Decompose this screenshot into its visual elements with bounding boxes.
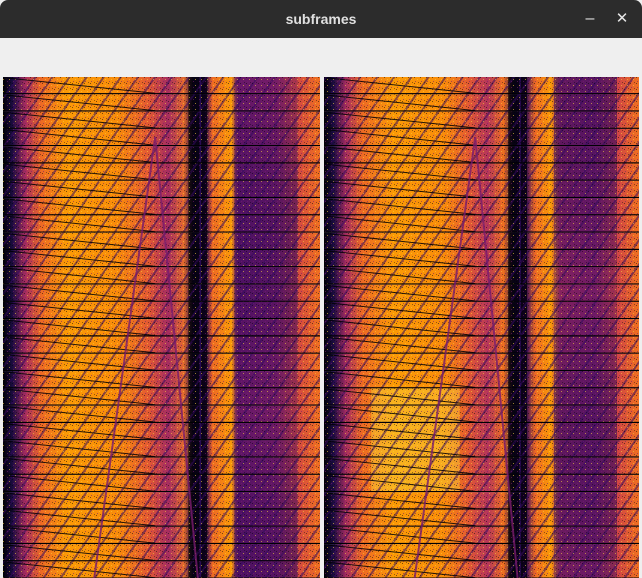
subframe-row [3,111,320,129]
subframe-row [3,371,320,389]
subframe-row [3,301,320,320]
window-title: subframes [285,11,357,27]
subframe-row [3,319,320,337]
subframe-row [3,492,320,510]
subframe-row [324,388,639,406]
subframe-row [324,526,639,545]
subframe-row [3,423,320,441]
subframe-row [324,457,639,475]
subframe-row [3,561,320,578]
subframe-panel [324,77,639,578]
minimize-button[interactable]: – [578,7,602,31]
subframe-row [3,250,320,268]
app-window: subframes – ✕ [0,0,642,578]
subframe-row [324,336,639,354]
subframe-row [3,440,320,458]
subframes-heatmap [3,77,639,578]
subframe-row [3,163,320,181]
subframe-row [324,353,639,372]
subframe-row [3,388,320,406]
subframe-row [324,77,639,95]
subframe-row [324,544,639,562]
title-bar[interactable]: subframes – ✕ [0,0,642,38]
subframe-row [324,509,639,527]
subframe-row [324,250,639,268]
subframe-row [324,301,639,320]
subframe-row [324,371,639,389]
subframe-row [324,474,639,493]
subframe-row [3,232,320,250]
subframe-row [324,232,639,250]
subframe-row [3,474,320,493]
subframe-row [324,492,639,510]
subframe-row [3,267,320,285]
subframe-row [324,111,639,129]
subframe-row [3,526,320,545]
subframe-row [3,405,320,423]
subframe-row [324,319,639,337]
subframe-row [3,336,320,354]
subframe-row [3,94,320,112]
subframe-row [3,353,320,372]
subframe-row [324,405,639,423]
subframes-image [0,77,642,578]
subframe-row [324,284,639,302]
subframe-row [324,215,639,233]
subframe-row [324,146,639,164]
subframe-row [324,94,639,112]
subframe-row [3,215,320,233]
subframe-row [324,267,639,285]
subframe-panel [3,77,320,578]
subframe-row [3,457,320,475]
subframe-row [3,146,320,164]
subframe-row [324,128,639,147]
window-content [0,38,642,578]
subframe-row [324,423,639,441]
subframe-row [3,544,320,562]
subframe-row [3,77,320,95]
subframe-row [3,128,320,147]
subframe-row [324,561,639,578]
subframe-row [3,509,320,527]
subframe-row [324,440,639,458]
subframe-row [3,284,320,302]
subframe-row [324,163,639,181]
close-button[interactable]: ✕ [610,7,634,31]
